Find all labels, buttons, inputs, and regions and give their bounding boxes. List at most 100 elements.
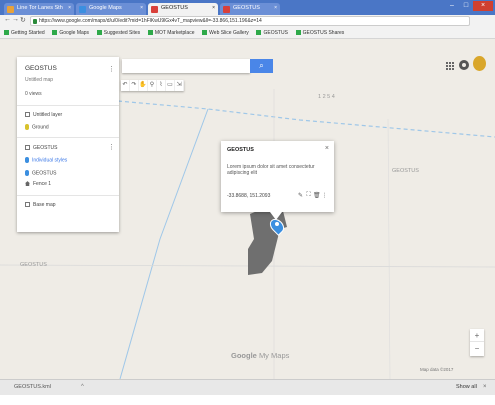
bookmark-icon (202, 30, 208, 36)
checkbox-icon[interactable] (25, 145, 30, 151)
tab-close-icon[interactable]: × (274, 5, 277, 11)
more-icon[interactable]: ⋮ (321, 192, 328, 199)
bookmark-label: GEOSTUS Shares (302, 30, 345, 36)
bookmark-item[interactable]: GEOSTUS (256, 27, 288, 38)
checkbox-icon[interactable] (25, 112, 30, 118)
zoom-in-button[interactable]: + (470, 329, 484, 342)
layer-item[interactable]: Fence 1 (25, 181, 51, 187)
maximize-button[interactable]: □ (459, 1, 473, 11)
apps-grid-icon[interactable] (446, 62, 454, 70)
close-window-button[interactable]: × (473, 1, 493, 11)
search-button[interactable]: ⌕ (250, 59, 273, 73)
close-downloads-icon[interactable]: × (483, 384, 487, 390)
chevron-up-icon[interactable]: ^ (81, 384, 84, 390)
show-all-link[interactable]: Show all (456, 384, 477, 390)
popup-description: Lorem ipsum dolor sit amet consectetur a… (227, 164, 315, 176)
map-description[interactable]: Untitled map (25, 77, 53, 83)
bookmark-item[interactable]: Suggested Sites (96, 27, 141, 38)
blue-pin-icon (25, 170, 29, 176)
tab-close-icon[interactable]: × (68, 5, 71, 11)
layer-menu-icon[interactable]: ⋮ (108, 143, 115, 151)
delete-icon[interactable]: 🗑 (313, 192, 321, 199)
layer-header[interactable]: GEOSTUS (25, 145, 57, 151)
settings-gear-icon[interactable] (459, 60, 469, 70)
window-controls: – □ × (445, 1, 493, 11)
map-menu-icon[interactable]: ⋮ (108, 65, 115, 73)
tab-label: GEOSTUS (161, 5, 188, 11)
map-attribution: Map data ©2017 (420, 367, 454, 372)
directions-icon[interactable]: ▭ (166, 80, 175, 91)
bookmark-icon (4, 30, 9, 36)
tab-close-icon[interactable]: × (212, 5, 215, 11)
bookmark-item[interactable]: Google Maps (52, 27, 90, 38)
bookmark-icon (256, 30, 262, 36)
tab-label: GEOSTUS (233, 5, 260, 11)
bookmark-label: Suggested Sites (103, 30, 141, 36)
google-logo: Google My Maps (231, 351, 289, 360)
layer-item-label: Fence 1 (33, 181, 52, 187)
map-toolbar: ↶ ↷ ✋ ⚲ ⌇ ▭ ⇲ (121, 80, 184, 91)
tab-close-icon[interactable]: × (140, 5, 143, 11)
bookmark-item[interactable]: GEOSTUS Shares (295, 27, 345, 38)
bookmarks-bar: Getting Started Google Maps Suggested Si… (0, 27, 495, 39)
divider (17, 137, 119, 138)
zoom-control: + − (470, 329, 484, 356)
bookmark-label: Web Slice Gallery (209, 30, 249, 36)
forward-icon[interactable]: → (12, 16, 19, 23)
bookmark-icon (295, 30, 301, 36)
feature-info-popup: GEOSTUS × Lorem ipsum dolor sit amet con… (221, 141, 334, 212)
reload-icon[interactable]: ↻ (20, 16, 26, 24)
minimize-button[interactable]: – (445, 1, 459, 11)
layer-item[interactable]: GEOSTUS (25, 170, 56, 176)
base-map-row[interactable]: Base map (25, 202, 56, 208)
bookmark-icon (96, 30, 102, 36)
bookmark-label: Google Maps (59, 30, 90, 36)
marker-icon[interactable]: ⚲ (148, 80, 157, 91)
layer-item-label: GEOSTUS (32, 170, 57, 177)
measure-icon[interactable]: ⇲ (175, 80, 184, 91)
hand-icon[interactable]: ✋ (139, 80, 148, 91)
url-text: https://www.google.com/maps/d/u/0/edit?m… (39, 18, 262, 24)
map-title[interactable]: GEOSTUS (25, 65, 57, 72)
style-icon[interactable]: ⛶ (305, 192, 312, 199)
tab-favicon-icon (223, 6, 230, 13)
map-place-label: GEOSTUS (20, 262, 47, 268)
avatar[interactable] (473, 56, 486, 71)
redo-icon[interactable]: ↷ (130, 80, 139, 91)
browser-tab[interactable]: Line Tor Lanes Sth × (4, 3, 74, 15)
layer-style-label: Individual styles (32, 157, 68, 164)
browser-tab[interactable]: Google Maps × (76, 3, 146, 15)
tab-favicon-icon (151, 6, 158, 13)
back-icon[interactable]: ← (4, 16, 11, 23)
bookmark-label: MOT Marketplace (154, 30, 195, 36)
search-input[interactable] (122, 59, 250, 73)
popup-close-icon[interactable]: × (325, 145, 329, 152)
browser-tab[interactable]: GEOSTUS × (220, 3, 280, 15)
tab-favicon-icon (79, 6, 86, 13)
divider (17, 105, 119, 106)
popup-coordinates: -33.8688, 151.2093 (227, 193, 271, 199)
map-layers-panel: GEOSTUS ⋮ Untitled map 0 views Untitled … (17, 57, 119, 232)
url-input[interactable]: https://www.google.com/maps/d/u/0/edit?m… (30, 16, 470, 26)
undo-icon[interactable]: ↶ (121, 80, 130, 91)
layer-style-link[interactable]: Individual styles (25, 157, 67, 163)
layer-header-label: GEOSTUS (33, 145, 58, 151)
zoom-out-button[interactable]: − (470, 342, 484, 355)
house-icon (25, 181, 30, 187)
bookmark-item[interactable]: Getting Started (4, 27, 45, 38)
downloads-bar: GEOSTUS.kml ^ Show all × (0, 379, 495, 395)
edit-icon[interactable]: ✎ (297, 192, 304, 199)
browser-tab-active[interactable]: GEOSTUS × (148, 3, 218, 15)
draw-line-icon[interactable]: ⌇ (157, 80, 166, 91)
base-map-label: Base map (33, 202, 56, 208)
layer-item[interactable]: Ground (25, 124, 49, 130)
base-map-icon (25, 202, 30, 208)
blue-pin-icon (25, 157, 29, 163)
layer-header-label: Untitled layer (33, 112, 63, 118)
bookmark-item[interactable]: Web Slice Gallery (202, 27, 249, 38)
bookmark-item[interactable]: MOT Marketplace (147, 27, 195, 38)
download-item[interactable]: GEOSTUS.kml (14, 384, 51, 390)
bookmark-icon (147, 30, 153, 36)
map-place-label: GEOSTUS (392, 168, 419, 174)
layer-header[interactable]: Untitled layer (25, 112, 62, 118)
